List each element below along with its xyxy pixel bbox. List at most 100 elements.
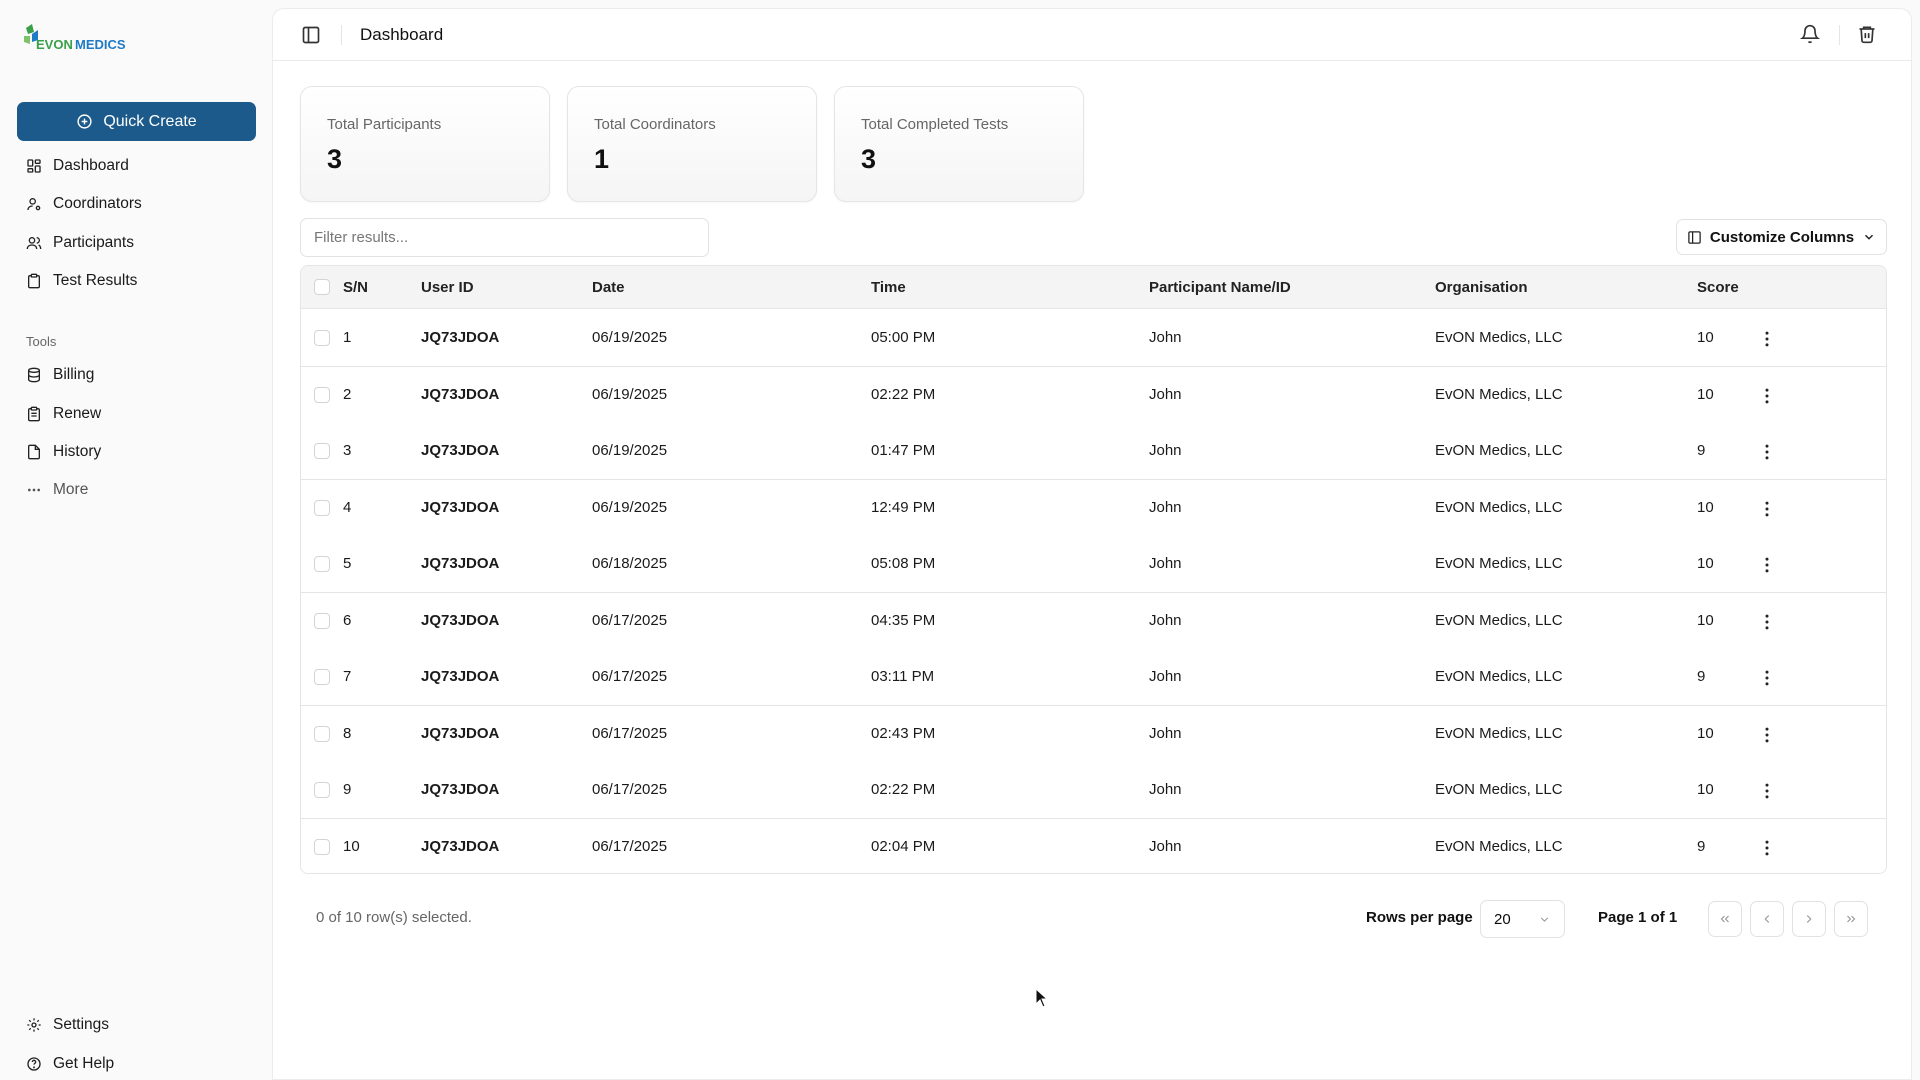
- row-participant: John: [1149, 555, 1182, 572]
- row-actions-icon[interactable]: [1757, 612, 1777, 632]
- column-header-time[interactable]: Time: [871, 279, 906, 296]
- row-checkbox[interactable]: [314, 725, 330, 742]
- divider: [1839, 25, 1840, 45]
- table-row[interactable]: 2 JQ73JDOA 06/19/2025 02:22 PM John EvON Medi…: [301, 366, 1886, 424]
- table-row[interactable]: 8 JQ73JDOA 06/17/2025 02:43 PM John EvON Medi…: [301, 705, 1886, 763]
- filter-results-input[interactable]: [300, 218, 709, 257]
- row-actions-icon[interactable]: [1757, 386, 1777, 406]
- row-sn: 5: [343, 555, 352, 572]
- row-actions-icon[interactable]: [1757, 668, 1777, 688]
- row-date: 06/19/2025: [592, 498, 668, 516]
- table-row[interactable]: 9 JQ73JDOA 06/17/2025 02:22 PM John EvON Medi…: [301, 762, 1886, 819]
- row-actions-icon[interactable]: [1757, 781, 1777, 801]
- column-header-user-id[interactable]: User ID: [421, 279, 474, 296]
- row-actions-icon[interactable]: [1757, 442, 1777, 462]
- sidebar-item-billing[interactable]: Billing: [26, 363, 94, 387]
- customize-columns-label: Customize Columns: [1709, 228, 1855, 246]
- row-actions-icon[interactable]: [1757, 499, 1777, 519]
- row-participant: John: [1149, 781, 1182, 798]
- row-organisation: EvON Medics, LLC: [1435, 442, 1563, 459]
- row-time: 05:00 PM: [871, 329, 936, 346]
- column-header-score[interactable]: Score: [1697, 279, 1739, 296]
- bell-icon[interactable]: [1800, 24, 1820, 44]
- row-sn: 1: [343, 329, 352, 346]
- column-header-date[interactable]: Date: [592, 279, 625, 296]
- row-sn: 7: [343, 668, 352, 685]
- row-actions-icon[interactable]: [1757, 838, 1777, 858]
- trash-icon[interactable]: [1857, 24, 1877, 44]
- row-time: 12:49 PM: [871, 498, 936, 516]
- row-score: 10: [1697, 724, 1714, 742]
- column-header-sn[interactable]: S/N: [343, 279, 368, 296]
- row-time: 02:04 PM: [871, 837, 936, 855]
- rows-per-page-value: 20: [1494, 910, 1511, 928]
- customize-columns-button[interactable]: Customize Columns: [1676, 219, 1887, 255]
- row-time: 02:43 PM: [871, 724, 936, 742]
- page-title: Dashboard: [360, 25, 444, 44]
- sidebar-item-coordinators[interactable]: Coordinators: [26, 192, 142, 216]
- ellipsis-icon: [28, 488, 40, 492]
- row-participant: John: [1149, 329, 1182, 346]
- sidebar-item-label: Get Help: [53, 1055, 115, 1072]
- row-checkbox[interactable]: [314, 612, 330, 629]
- row-user-id: JQ73JDOA: [421, 498, 500, 516]
- row-score: 10: [1697, 498, 1714, 516]
- stat-label: Total Participants: [327, 116, 442, 133]
- sidebar-item-history[interactable]: History: [26, 440, 101, 464]
- chevron-right-icon: [1806, 915, 1812, 923]
- file-icon: [28, 444, 40, 460]
- row-sn: 9: [343, 781, 352, 798]
- stat-value: 3: [861, 144, 877, 174]
- sidebar-item-label: Renew: [53, 405, 102, 422]
- table-row[interactable]: 7 JQ73JDOA 06/17/2025 03:11 PM John EvON Medi…: [301, 649, 1886, 706]
- row-score: 10: [1697, 611, 1714, 629]
- plus-circle-icon: [77, 114, 92, 129]
- next-page-button[interactable]: [1792, 901, 1826, 937]
- first-page-button[interactable]: [1708, 901, 1742, 937]
- row-checkbox[interactable]: [314, 838, 330, 855]
- chevron-down-icon: [1540, 916, 1549, 922]
- row-checkbox[interactable]: [314, 330, 330, 346]
- table-row[interactable]: 5 JQ73JDOA 06/18/2025 05:08 PM John EvON Medi…: [301, 536, 1886, 593]
- sidebar-item-label: More: [53, 481, 89, 498]
- evonmedics-logo[interactable]: EVON MEDICS: [22, 20, 162, 54]
- sidebar-item-more[interactable]: More: [26, 478, 88, 502]
- sidebar-item-test-results[interactable]: Test Results: [26, 269, 137, 293]
- row-actions-icon[interactable]: [1757, 329, 1777, 349]
- table-row[interactable]: 4 JQ73JDOA 06/19/2025 12:49 PM John EvON Medi…: [301, 479, 1886, 537]
- column-header-participant[interactable]: Participant Name/ID: [1149, 279, 1291, 296]
- sidebar-toggle-icon[interactable]: [301, 25, 321, 45]
- table-row[interactable]: 10 JQ73JDOA 06/17/2025 02:04 PM John EvON Med…: [301, 818, 1886, 873]
- row-checkbox[interactable]: [314, 669, 330, 685]
- select-all-checkbox[interactable]: [314, 279, 330, 295]
- row-user-id: JQ73JDOA: [421, 442, 500, 459]
- row-checkbox[interactable]: [314, 443, 330, 459]
- sidebar-item-dashboard[interactable]: Dashboard: [26, 154, 129, 178]
- column-header-organisation[interactable]: Organisation: [1435, 279, 1528, 296]
- sidebar-item-settings[interactable]: Settings: [26, 1013, 109, 1037]
- table-row[interactable]: 6 JQ73JDOA 06/17/2025 04:35 PM John EvON Medi…: [301, 592, 1886, 650]
- row-checkbox[interactable]: [314, 782, 330, 798]
- sidebar-item-renew[interactable]: Renew: [26, 402, 101, 426]
- row-participant: John: [1149, 498, 1182, 516]
- sidebar-item-label: Dashboard: [53, 157, 129, 174]
- row-sn: 3: [343, 442, 352, 459]
- quick-create-button[interactable]: Quick Create: [17, 102, 256, 141]
- sidebar-item-participants[interactable]: Participants: [26, 231, 134, 255]
- row-checkbox[interactable]: [314, 386, 330, 403]
- sidebar-item-label: Coordinators: [53, 195, 142, 212]
- row-actions-icon[interactable]: [1757, 555, 1777, 575]
- help-icon: [27, 1057, 41, 1071]
- table-row[interactable]: 1 JQ73JDOA 06/19/2025 05:00 PM John EvON Medi…: [301, 310, 1886, 367]
- row-actions-icon[interactable]: [1757, 725, 1777, 745]
- previous-page-button[interactable]: [1750, 901, 1784, 937]
- row-user-id: JQ73JDOA: [421, 668, 500, 685]
- row-checkbox[interactable]: [314, 499, 330, 516]
- sidebar-item-get-help[interactable]: Get Help: [26, 1052, 114, 1076]
- row-checkbox[interactable]: [314, 556, 330, 572]
- row-sn: 6: [343, 611, 352, 629]
- logo-text-medics: MEDICS: [75, 37, 126, 52]
- rows-per-page-select[interactable]: 20: [1480, 900, 1565, 938]
- last-page-button[interactable]: [1834, 901, 1868, 937]
- table-row[interactable]: 3 JQ73JDOA 06/19/2025 01:47 PM John EvON Medi…: [301, 423, 1886, 480]
